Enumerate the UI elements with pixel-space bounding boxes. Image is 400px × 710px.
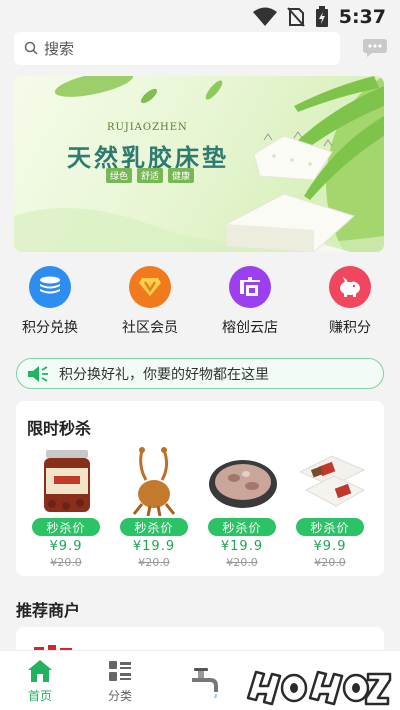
clock: 5:37: [338, 6, 386, 28]
notice-bar[interactable]: 积分换好礼，你要的好物都在这里: [16, 358, 384, 389]
tab-category[interactable]: 分类: [80, 651, 160, 710]
quick-entry-label: 积分兑换: [22, 319, 78, 335]
home-icon: [28, 660, 52, 682]
flash-sale-title: 限时秒杀: [27, 421, 92, 438]
bowl-dish-product-image: [209, 460, 277, 508]
watermark-logo: [246, 670, 392, 706]
boxed-goods-product-image: [298, 455, 366, 507]
quick-entries: 积分兑换 社区会员 榕创云店 赚积分: [0, 266, 400, 340]
wifi-icon: [252, 7, 277, 26]
quick-entry-earn-points[interactable]: 赚积分: [300, 266, 400, 340]
flash-sale-price: ¥9.9: [313, 539, 347, 554]
merchants-title: 推荐商户: [16, 603, 81, 620]
quick-entry-points-exchange[interactable]: 积分兑换: [0, 266, 100, 340]
flash-sale-list: 秒杀价 ¥9.9 ¥20.0 秒杀价 ¥19.9 ¥20.0 秒杀价 ¥19.9…: [16, 439, 384, 574]
faucet-icon[interactable]: [186, 664, 226, 698]
store-icon: [229, 266, 271, 308]
flash-sale-price: ¥9.9: [49, 539, 83, 554]
chat-bubble-icon[interactable]: [362, 37, 388, 59]
original-price: ¥20.0: [226, 556, 258, 569]
flash-sale-badge: 秒杀价: [120, 518, 188, 536]
coins-stack-icon: [29, 266, 71, 308]
banner-tag: 舒适: [137, 168, 164, 183]
search-icon: [24, 41, 38, 55]
search-row: 搜索: [14, 31, 388, 65]
no-sim-icon: [286, 7, 305, 27]
search-input[interactable]: 搜索: [14, 31, 341, 65]
tab-label: 首页: [27, 689, 52, 703]
flash-sale-item[interactable]: 秒杀价 ¥19.9 ¥20.0: [112, 439, 196, 574]
jar-product-image: [44, 450, 90, 512]
flash-sale-section: 限时秒杀 秒杀价 ¥9.9 ¥20.0 秒杀价 ¥19.9 ¥20.0 秒杀价 …: [16, 401, 384, 576]
flash-sale-badge: 秒杀价: [32, 518, 100, 536]
flash-sale-item[interactable]: 秒杀价 ¥9.9 ¥20.0: [24, 439, 108, 574]
vip-v-icon: [129, 266, 171, 308]
tab-label: 分类: [107, 689, 132, 703]
quick-entry-cloud-store[interactable]: 榕创云店: [200, 266, 300, 340]
notice-text: 积分换好礼，你要的好物都在这里: [59, 365, 269, 382]
banner-tag: 健康: [168, 168, 195, 183]
quick-entry-label: 赚积分: [329, 319, 371, 335]
search-placeholder: 搜索: [44, 40, 75, 58]
flash-sale-item[interactable]: 秒杀价 ¥9.9 ¥20.0: [288, 439, 372, 574]
tab-home[interactable]: 首页: [0, 651, 80, 710]
quick-entry-label: 榕创云店: [222, 319, 278, 335]
flash-sale-price: ¥19.9: [132, 539, 176, 554]
flash-sale-badge: 秒杀价: [208, 518, 276, 536]
speaker-icon: [28, 365, 48, 382]
quick-entry-community-member[interactable]: 社区会员: [100, 266, 200, 340]
banner-subtitle: RUJIAOZHEN: [107, 122, 188, 133]
original-price: ¥20.0: [314, 556, 346, 569]
piggy-bank-icon: [329, 266, 371, 308]
promo-banner[interactable]: RUJIAOZHEN 天然乳胶床垫 绿色 舒适 健康: [14, 76, 384, 252]
banner-tag: 绿色: [106, 168, 133, 183]
category-icon: [109, 661, 131, 681]
battery-charging-icon: [315, 6, 328, 27]
banner-tags: 绿色 舒适 健康: [106, 168, 195, 183]
quick-entry-label: 社区会员: [122, 319, 178, 335]
flash-sale-badge: 秒杀价: [296, 518, 364, 536]
flash-sale-item[interactable]: 秒杀价 ¥19.9 ¥20.0: [200, 439, 284, 574]
flash-sale-price: ¥19.9: [220, 539, 264, 554]
roast-duck-product-image: [132, 447, 176, 516]
status-bar: 5:37: [0, 0, 400, 34]
original-price: ¥20.0: [138, 556, 170, 569]
original-price: ¥20.0: [50, 556, 82, 569]
